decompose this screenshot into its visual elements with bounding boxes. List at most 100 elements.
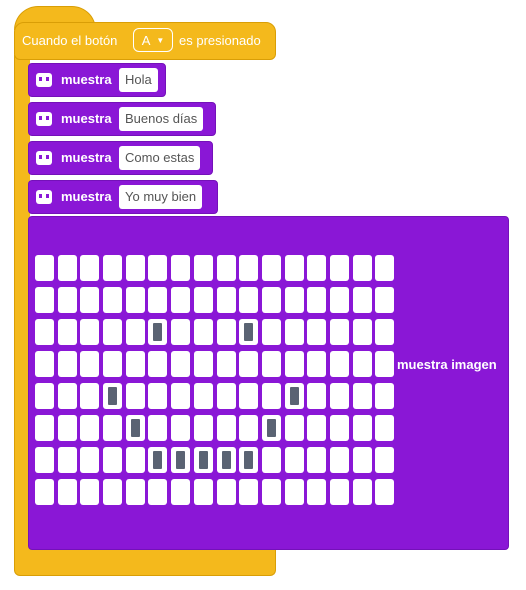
led-cell[interactable] (352, 319, 372, 345)
led-cell[interactable] (57, 447, 77, 473)
led-cell[interactable] (307, 479, 327, 505)
led-cell[interactable] (239, 479, 259, 505)
led-cell-on[interactable] (125, 415, 145, 441)
led-cell[interactable] (80, 383, 100, 409)
led-cell[interactable] (329, 447, 349, 473)
led-cell[interactable] (35, 287, 54, 313)
led-cell[interactable] (307, 351, 327, 377)
led-cell[interactable] (193, 383, 213, 409)
led-cell[interactable] (171, 255, 191, 281)
led-cell[interactable] (352, 479, 372, 505)
led-cell[interactable] (171, 319, 191, 345)
led-cell[interactable] (375, 479, 395, 505)
led-cell[interactable] (307, 447, 327, 473)
led-cell[interactable] (125, 287, 145, 313)
led-cell[interactable] (239, 287, 259, 313)
led-cell[interactable] (57, 255, 77, 281)
led-cell-on[interactable] (216, 447, 236, 473)
led-cell[interactable] (57, 319, 77, 345)
led-cell[interactable] (148, 479, 168, 505)
led-cell-on[interactable] (284, 383, 304, 409)
button-select-dropdown[interactable]: A ▼ (133, 28, 173, 52)
led-cell[interactable] (57, 383, 77, 409)
led-cell[interactable] (193, 255, 213, 281)
led-cell-on[interactable] (148, 447, 168, 473)
led-cell[interactable] (171, 415, 191, 441)
led-cell[interactable] (329, 351, 349, 377)
led-cell[interactable] (375, 351, 395, 377)
led-cell[interactable] (35, 383, 54, 409)
led-cell[interactable] (352, 287, 372, 313)
led-cell[interactable] (148, 351, 168, 377)
led-cell[interactable] (329, 287, 349, 313)
led-cell[interactable] (57, 351, 77, 377)
led-cell[interactable] (239, 255, 259, 281)
led-cell[interactable] (193, 319, 213, 345)
led-cell[interactable] (80, 415, 100, 441)
led-cell[interactable] (284, 255, 304, 281)
led-cell[interactable] (216, 319, 236, 345)
led-cell[interactable] (261, 351, 281, 377)
show-text-block-2[interactable]: muestra Buenos días (28, 102, 216, 136)
led-cell[interactable] (193, 287, 213, 313)
led-cell[interactable] (103, 415, 123, 441)
led-cell[interactable] (352, 255, 372, 281)
led-cell[interactable] (125, 383, 145, 409)
led-cell-on[interactable] (103, 383, 123, 409)
led-cell[interactable] (57, 287, 77, 313)
led-cell[interactable] (148, 287, 168, 313)
led-cell[interactable] (103, 255, 123, 281)
led-cell[interactable] (103, 479, 123, 505)
led-cell-on[interactable] (239, 319, 259, 345)
led-cell[interactable] (148, 255, 168, 281)
led-cell[interactable] (329, 383, 349, 409)
led-cell[interactable] (57, 479, 77, 505)
show-text-block-4[interactable]: muestra Yo muy bien (28, 180, 218, 214)
led-cell[interactable] (171, 383, 191, 409)
led-cell[interactable] (171, 287, 191, 313)
led-cell[interactable] (35, 447, 54, 473)
show-text-block-3[interactable]: muestra Como estas (28, 141, 213, 175)
led-cell[interactable] (216, 287, 236, 313)
led-cell[interactable] (80, 319, 100, 345)
led-cell[interactable] (239, 383, 259, 409)
led-cell[interactable] (148, 383, 168, 409)
led-cell[interactable] (216, 383, 236, 409)
led-cell[interactable] (35, 479, 54, 505)
led-cell[interactable] (284, 287, 304, 313)
led-cell[interactable] (125, 255, 145, 281)
led-cell[interactable] (352, 447, 372, 473)
led-cell[interactable] (193, 415, 213, 441)
led-cell[interactable] (216, 479, 236, 505)
led-cell[interactable] (261, 383, 281, 409)
show-text-input[interactable]: Buenos días (119, 107, 204, 131)
led-cell[interactable] (239, 351, 259, 377)
led-cell[interactable] (103, 319, 123, 345)
led-cell[interactable] (307, 319, 327, 345)
led-cell[interactable] (375, 415, 395, 441)
led-cell[interactable] (103, 287, 123, 313)
led-cell[interactable] (57, 415, 77, 441)
led-cell[interactable] (261, 447, 281, 473)
led-cell[interactable] (103, 351, 123, 377)
led-cell[interactable] (193, 351, 213, 377)
led-cell[interactable] (148, 415, 168, 441)
led-cell[interactable] (284, 319, 304, 345)
led-cell[interactable] (284, 447, 304, 473)
event-block-footer[interactable] (14, 548, 276, 576)
led-cell[interactable] (216, 255, 236, 281)
led-cell[interactable] (80, 447, 100, 473)
led-cell[interactable] (125, 319, 145, 345)
led-cell[interactable] (375, 447, 395, 473)
led-cell[interactable] (284, 351, 304, 377)
led-cell[interactable] (375, 383, 395, 409)
led-cell[interactable] (261, 255, 281, 281)
led-cell[interactable] (193, 479, 213, 505)
led-cell[interactable] (171, 479, 191, 505)
led-cell-on[interactable] (171, 447, 191, 473)
show-image-block[interactable]: muestra imagen (28, 216, 509, 550)
show-text-block-1[interactable]: muestra Hola (28, 63, 166, 97)
led-cell[interactable] (352, 415, 372, 441)
show-text-input[interactable]: Como estas (119, 146, 201, 170)
led-cell[interactable] (375, 255, 395, 281)
